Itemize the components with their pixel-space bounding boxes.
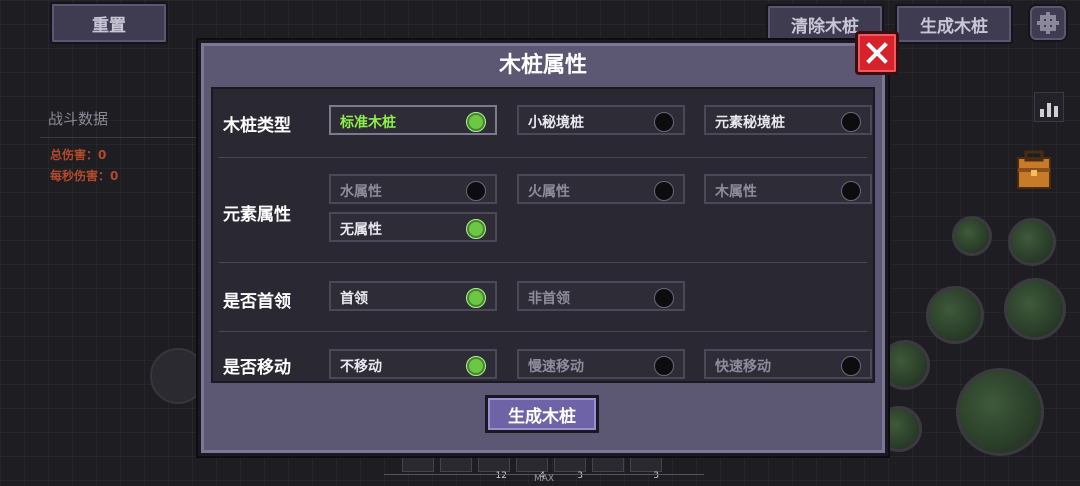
combat-stats-title: 战斗数据 xyxy=(48,110,109,128)
generate-dummy-button[interactable]: 生成木桩 xyxy=(485,395,599,433)
radio-selected-icon xyxy=(466,112,486,132)
radio-selected-icon xyxy=(466,219,486,239)
option-non-boss[interactable]: 非首领 xyxy=(517,281,685,311)
option-label: 木属性 xyxy=(715,184,757,200)
reset-button[interactable]: 重置 xyxy=(50,2,168,44)
radio-empty-icon xyxy=(654,288,674,308)
close-button[interactable] xyxy=(855,31,899,75)
option-label: 慢速移动 xyxy=(528,359,584,375)
option-label: 火属性 xyxy=(528,184,570,200)
radio-empty-icon xyxy=(654,112,674,132)
skill-slot-2[interactable] xyxy=(1008,218,1056,266)
option-element-realm-dummy[interactable]: 元素秘境桩 xyxy=(704,105,872,135)
experience-bar: MAX xyxy=(384,474,704,484)
radio-empty-icon xyxy=(654,181,674,201)
row-label: 元素属性 xyxy=(223,205,291,225)
radio-empty-icon xyxy=(841,356,861,376)
option-label: 快速移动 xyxy=(715,359,771,375)
stats-button[interactable] xyxy=(1034,92,1064,122)
spawn-dummy-top-button[interactable]: 生成木桩 xyxy=(895,4,1013,44)
combat-stats-panel: 战斗数据 总伤害：0 每秒伤害：0 xyxy=(40,104,210,186)
inventory-button[interactable] xyxy=(1014,150,1054,192)
option-wood[interactable]: 木属性 xyxy=(704,174,872,204)
option-standard-dummy[interactable]: 标准木桩 xyxy=(329,105,497,135)
close-x-icon xyxy=(866,42,888,64)
row-label: 木桩类型 xyxy=(223,116,291,136)
option-fire[interactable]: 火属性 xyxy=(517,174,685,204)
option-label: 水属性 xyxy=(340,184,382,200)
radio-selected-icon xyxy=(466,288,486,308)
skill-slot-3[interactable] xyxy=(926,286,984,344)
bar-chart-icon xyxy=(1040,103,1058,117)
option-label: 无属性 xyxy=(340,222,382,238)
option-label: 不移动 xyxy=(340,359,382,375)
radio-empty-icon xyxy=(841,181,861,201)
option-label: 元素秘境桩 xyxy=(715,115,785,131)
backpack-icon xyxy=(1017,150,1051,189)
radio-selected-icon xyxy=(466,356,486,376)
dummy-properties-dialog: 木桩属性 木桩类型 标准木桩 小秘境桩 元素秘境桩 元素属性 水属性 火属性 木… xyxy=(198,31,899,456)
option-none[interactable]: 无属性 xyxy=(329,212,497,242)
option-fast-move[interactable]: 快速移动 xyxy=(704,349,872,379)
option-slow-move[interactable]: 慢速移动 xyxy=(517,349,685,379)
option-no-move[interactable]: 不移动 xyxy=(329,349,497,379)
dps-stat: 每秒伤害：0 xyxy=(50,169,119,183)
row-movement: 是否移动 不移动 慢速移动 快速移动 xyxy=(213,332,873,380)
settings-button[interactable] xyxy=(1028,4,1068,42)
radio-empty-icon xyxy=(841,112,861,132)
row-label: 是否首领 xyxy=(223,292,291,312)
max-label: MAX xyxy=(533,474,555,484)
options-panel: 木桩类型 标准木桩 小秘境桩 元素秘境桩 元素属性 水属性 火属性 木属性 无属… xyxy=(211,87,875,383)
option-label: 非首领 xyxy=(528,291,570,307)
option-small-realm-dummy[interactable]: 小秘境桩 xyxy=(517,105,685,135)
option-water[interactable]: 水属性 xyxy=(329,174,497,204)
gear-icon xyxy=(1037,12,1059,34)
skill-slot-4[interactable] xyxy=(1004,278,1066,340)
combat-divider xyxy=(40,137,210,138)
option-label: 标准木桩 xyxy=(340,115,396,131)
row-element-attribute: 元素属性 水属性 火属性 木属性 无属性 xyxy=(213,158,873,262)
radio-empty-icon xyxy=(466,181,486,201)
option-label: 小秘境桩 xyxy=(528,115,584,131)
row-dummy-type: 木桩类型 标准木桩 小秘境桩 元素秘境桩 xyxy=(213,89,873,157)
total-damage-stat: 总伤害：0 xyxy=(50,148,107,162)
option-label: 首领 xyxy=(340,291,368,307)
attack-button[interactable] xyxy=(956,368,1044,456)
row-label: 是否移动 xyxy=(223,358,291,378)
row-boss: 是否首领 首领 非首领 xyxy=(213,263,873,331)
skill-slot-1[interactable] xyxy=(952,216,992,256)
radio-empty-icon xyxy=(654,356,674,376)
dialog-title: 木桩属性 xyxy=(498,53,587,78)
option-boss[interactable]: 首领 xyxy=(329,281,497,311)
